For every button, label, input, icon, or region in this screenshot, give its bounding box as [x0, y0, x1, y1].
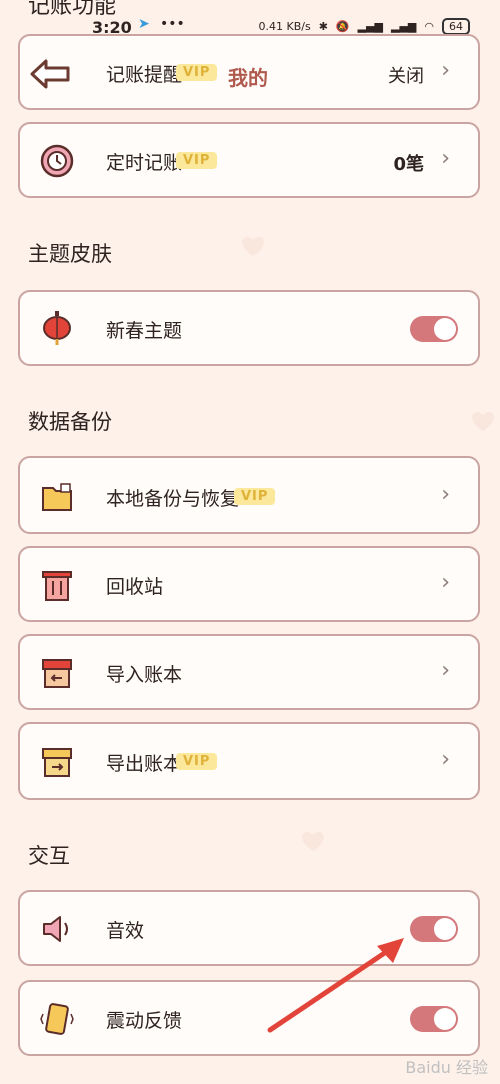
annotation-arrow-icon [267, 938, 404, 1033]
watermark: Baidu 经验 [405, 1058, 488, 1077]
